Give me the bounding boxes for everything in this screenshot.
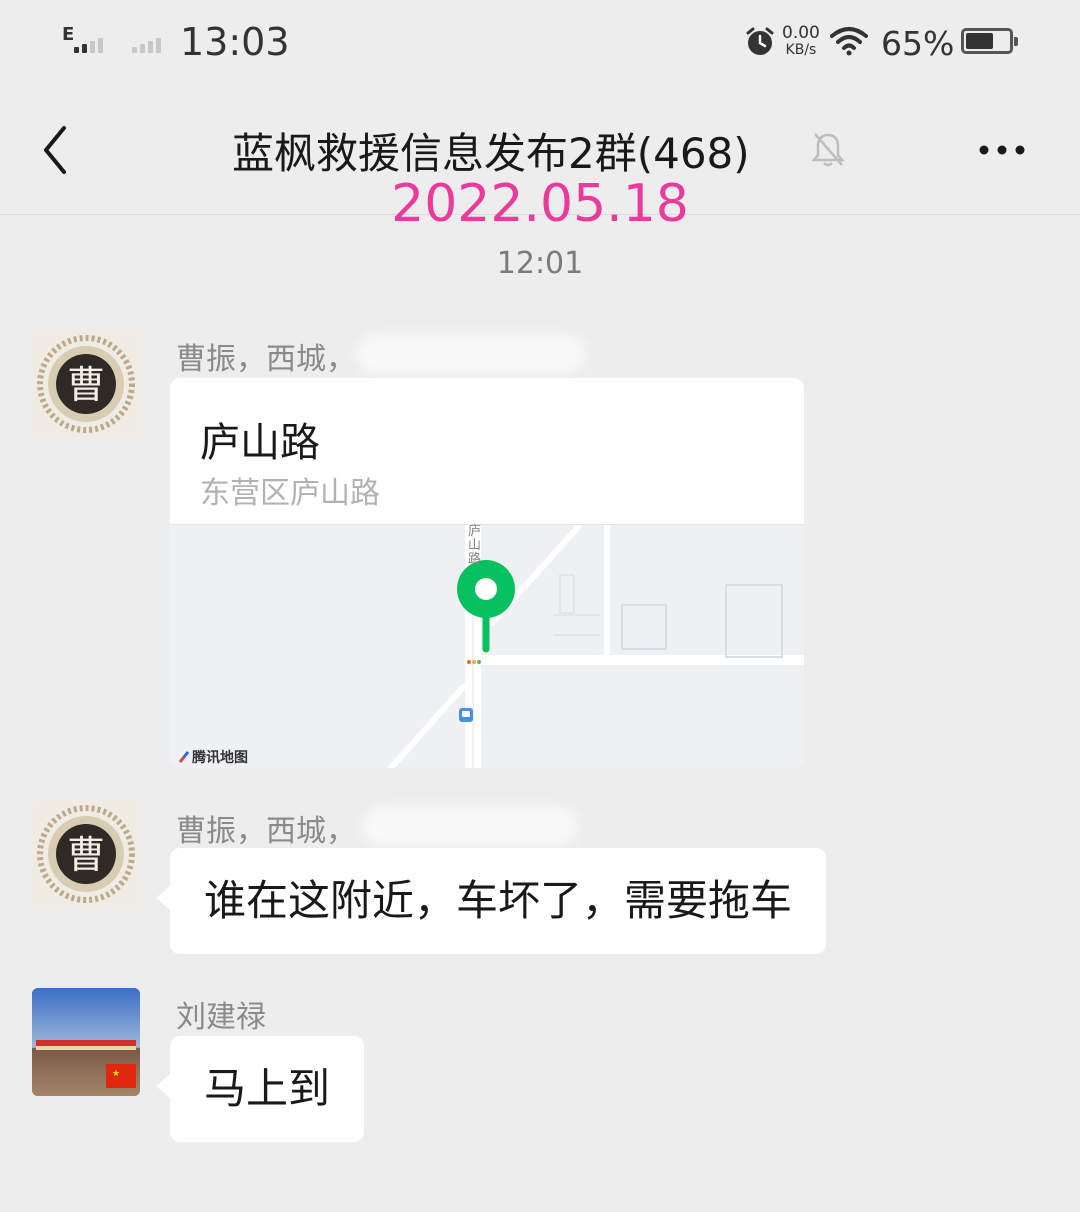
location-name: 庐山路 — [200, 420, 320, 466]
svg-text:★: ★ — [112, 1069, 120, 1079]
net-speed-value: 0.00 — [782, 23, 820, 43]
back-arrow-icon[interactable] — [36, 120, 76, 180]
seal-avatar-icon: 曹 — [32, 800, 140, 908]
redacted-name — [356, 334, 586, 374]
net-speed: 0.00 KB/s — [782, 25, 820, 59]
photo-avatar-icon: ★ — [32, 988, 140, 1096]
sender-avatar[interactable]: 曹 — [32, 800, 140, 908]
status-bar: E 13:03 0.00 KB/s 65% — [0, 0, 1080, 90]
wifi-icon — [830, 27, 868, 56]
location-map[interactable]: 庐山路 腾讯地图 — [170, 522, 804, 768]
map-road-label: 庐山路 — [468, 524, 482, 567]
sender-name: 刘建禄 — [176, 1000, 266, 1035]
message-bubble[interactable]: 谁在这附近，车坏了，需要拖车 — [155, 848, 827, 954]
svg-text:曹: 曹 — [67, 833, 105, 877]
location-card[interactable]: 庐山路 东营区庐山路 庐山路 腾讯地图 — [170, 378, 804, 768]
more-options-icon[interactable] — [972, 130, 1032, 170]
sender-name: 曹振，西城， — [176, 814, 356, 849]
chat-title: 蓝枫救援信息发布2群(468) — [232, 129, 750, 178]
tencent-map-logo-icon — [178, 751, 190, 763]
alarm-icon — [746, 27, 774, 55]
status-time: 13:03 — [180, 20, 290, 64]
seal-avatar-icon: 曹 — [32, 330, 140, 438]
battery-percent: 65% — [881, 24, 955, 63]
network-type-label: E — [62, 24, 75, 45]
mute-bell-icon — [811, 133, 845, 167]
sender-avatar[interactable]: 曹 — [32, 330, 140, 438]
message-bubble[interactable]: 马上到 — [155, 1036, 365, 1142]
redacted-name — [362, 806, 578, 846]
sender-avatar[interactable]: ★ — [32, 988, 140, 1096]
location-address: 东营区庐山路 — [200, 476, 380, 511]
svg-text:曹: 曹 — [67, 363, 105, 407]
message-timestamp: 12:01 — [496, 246, 584, 281]
map-canvas — [170, 522, 804, 768]
date-watermark: 2022.05.18 — [391, 174, 689, 234]
net-speed-unit: KB/s — [785, 42, 817, 58]
battery-icon — [961, 28, 1018, 54]
sender-name: 曹振，西城， — [176, 342, 356, 377]
map-brand-label: 腾讯地图 — [192, 750, 248, 766]
